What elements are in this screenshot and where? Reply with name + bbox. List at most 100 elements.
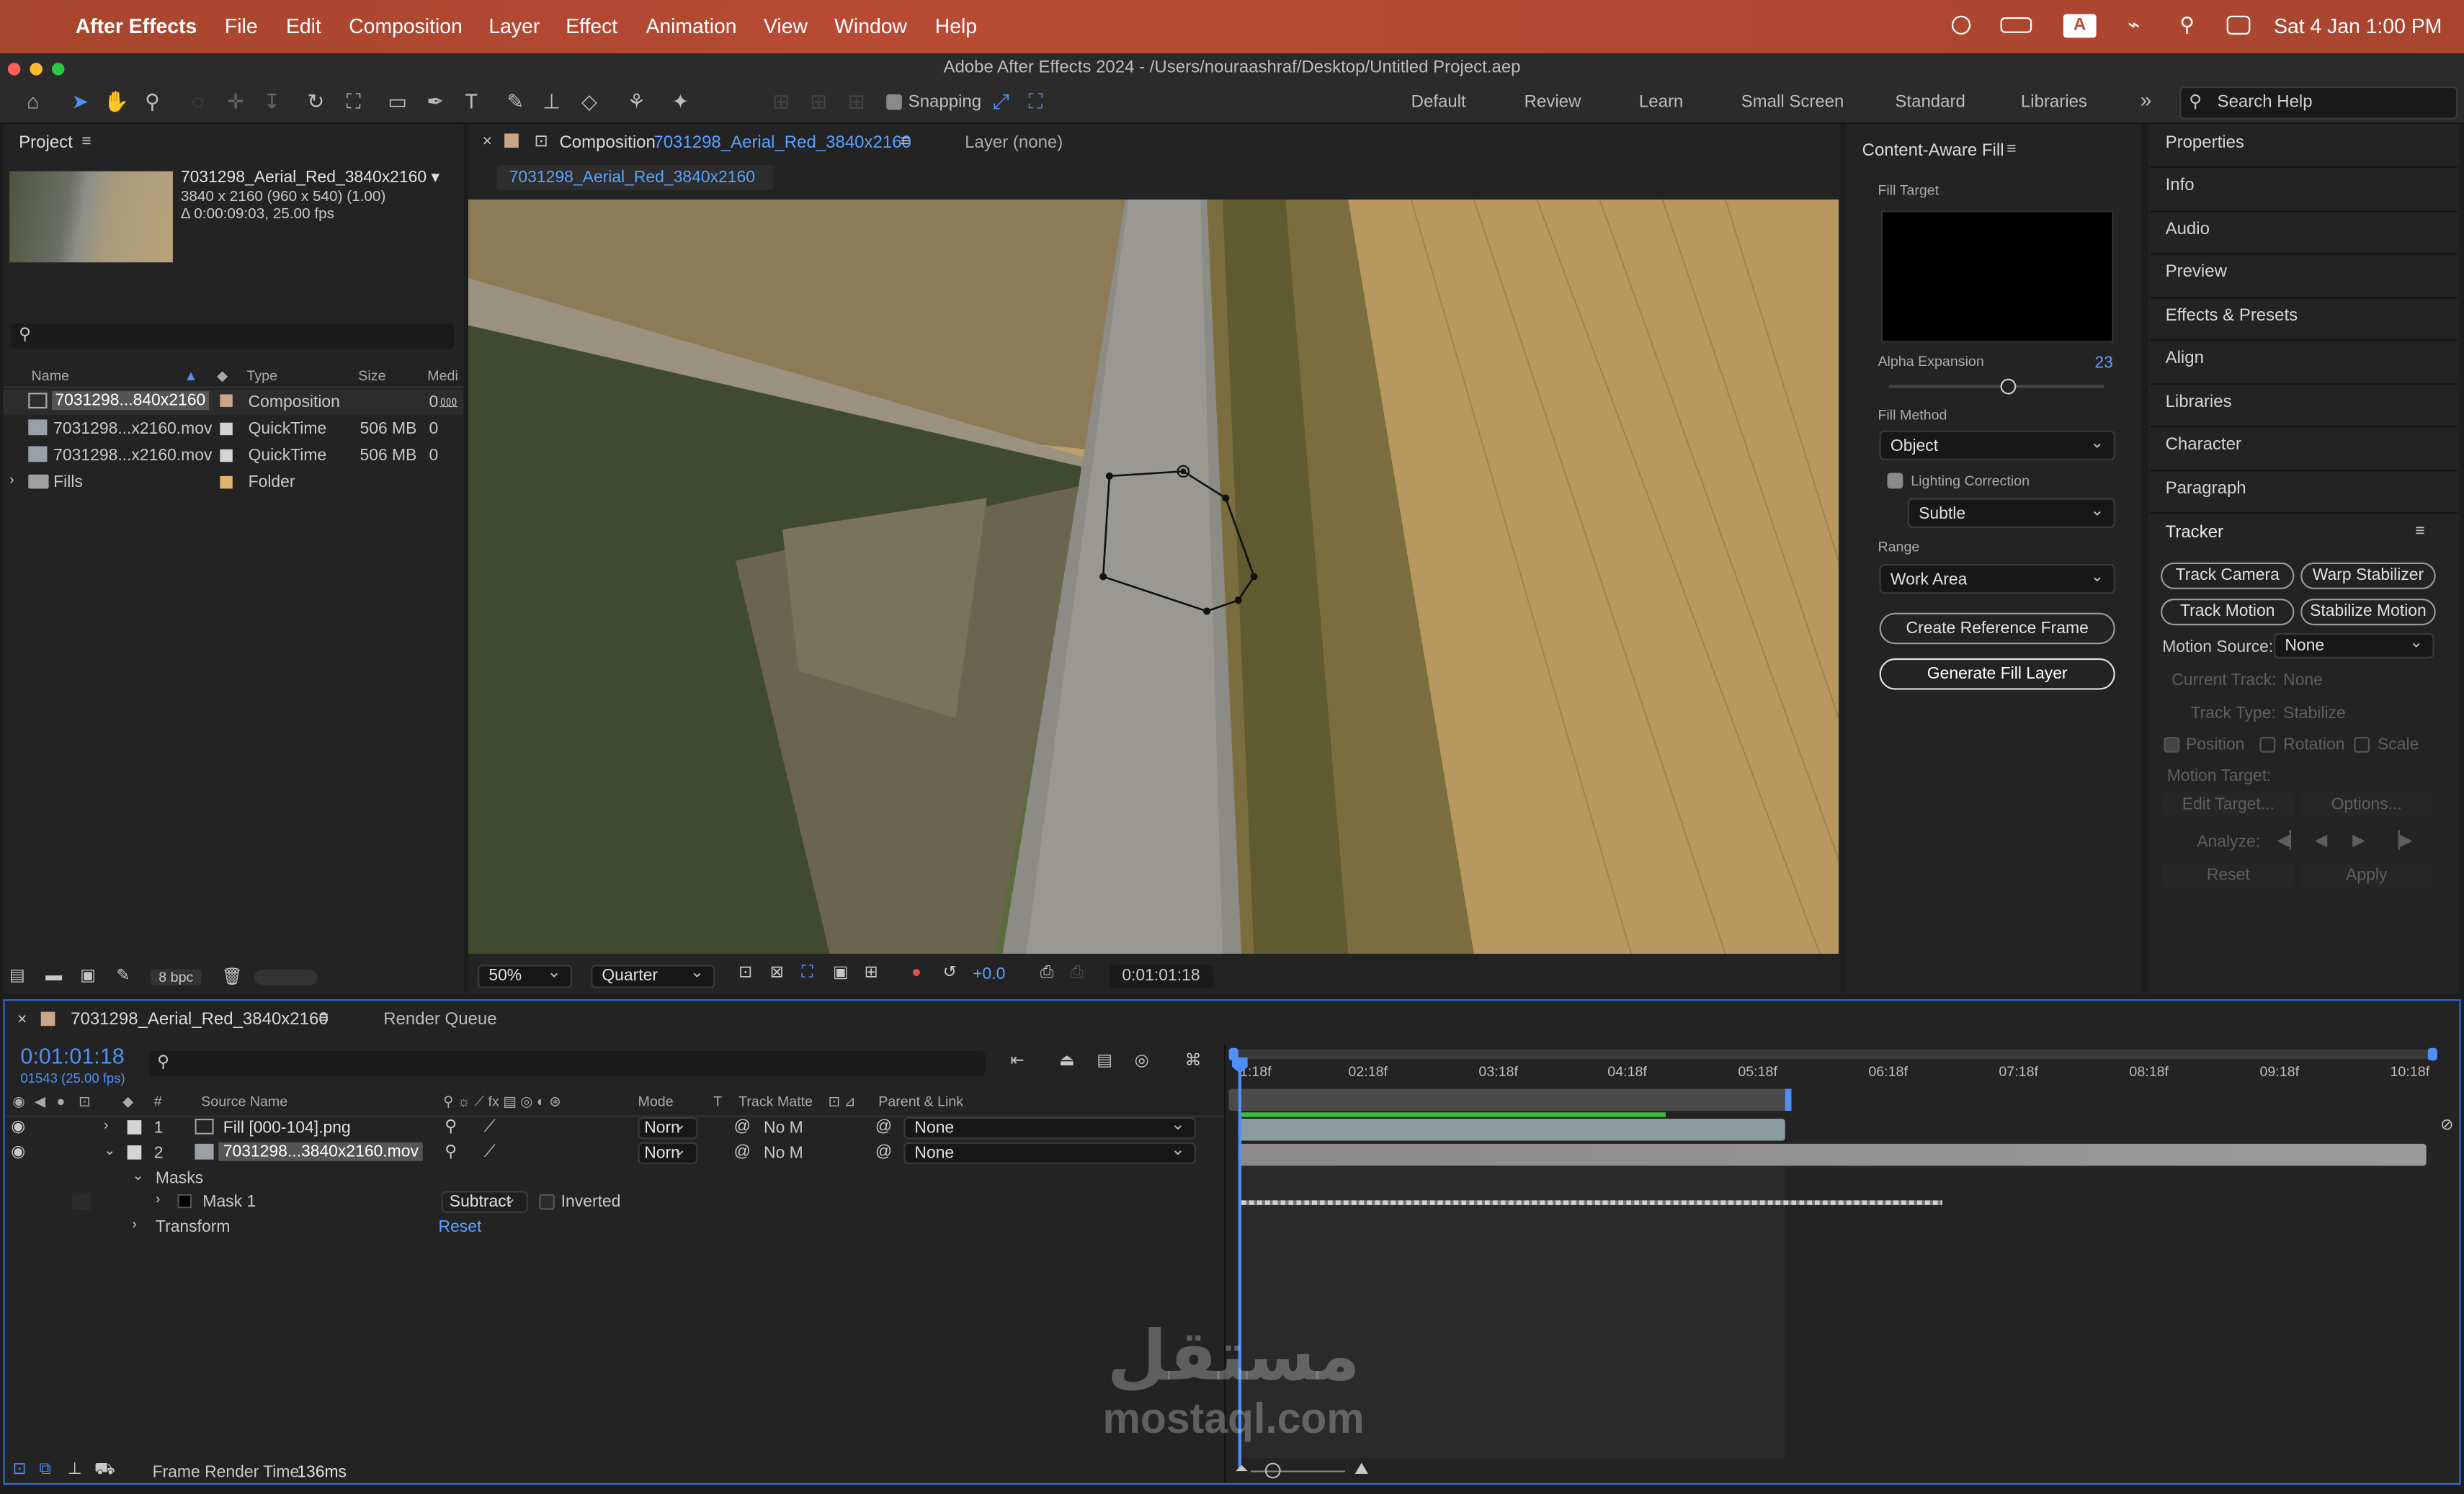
audio-toggle-icon[interactable]: ◀ <box>35 1093 45 1111</box>
transform-reset-link[interactable]: Reset <box>439 1217 482 1236</box>
blend-mode-dropdown[interactable]: Norn <box>638 1140 698 1165</box>
parent-dropdown[interactable]: None <box>903 1116 1196 1140</box>
snap-features-icon[interactable]: ⛶ <box>1022 88 1050 116</box>
mask-mode-dropdown[interactable]: Subtract <box>441 1189 528 1213</box>
flowchart-icon[interactable]: ⅏ <box>440 391 457 413</box>
viewer-timecode[interactable]: 0:01:01:18 <box>1109 965 1213 988</box>
region-of-interest-icon[interactable]: ▣ <box>833 963 849 982</box>
adjust-settings-icon[interactable]: ✎ <box>116 966 130 985</box>
play-status-icon[interactable] <box>1951 15 1971 35</box>
composition-tab-prefix[interactable]: Composition <box>559 133 655 152</box>
matte-switch-icons[interactable]: ⊡ ⊿ <box>828 1093 855 1111</box>
preserve-transparency-header[interactable]: T <box>713 1093 722 1109</box>
zoom-window-button[interactable] <box>51 63 65 76</box>
workspace-small-screen[interactable]: Small Screen <box>1741 93 1844 112</box>
project-item-row[interactable]: 7031298...840x2160 Composition 0 ⅏ <box>3 389 464 415</box>
pan-behind-tool-icon[interactable]: ⛶ <box>339 88 367 116</box>
project-panel-title[interactable]: Project <box>19 133 73 152</box>
parent-link-header[interactable]: Parent & Link <box>878 1093 963 1109</box>
graph-editor-icon[interactable]: ⌘ <box>1185 1051 1202 1070</box>
layer-row[interactable]: ◉ › 1 Fill [000-104].png ⚲ ⟋ Norn @ No M… <box>0 1116 1226 1141</box>
current-time-display[interactable]: 0:01:01:18 <box>20 1043 124 1068</box>
wifi-off-icon[interactable]: ⌁ <box>2128 12 2140 37</box>
bit-depth-button[interactable]: 8 bpc <box>151 969 202 985</box>
rotation-tool-icon[interactable]: ↻ <box>302 88 330 116</box>
label-color-swatch[interactable] <box>220 475 233 489</box>
transform-group-row[interactable]: › Transform Reset <box>0 1216 1226 1240</box>
track-camera-button[interactable]: Track Camera <box>2161 562 2295 589</box>
paragraph-panel-tab[interactable]: Paragraph <box>2166 479 2246 498</box>
column-size[interactable]: Size <box>358 367 385 383</box>
input-source-badge[interactable]: A <box>2063 14 2097 38</box>
layer-switches-toggle-icon[interactable]: ⊡ <box>12 1459 26 1478</box>
label-color-swatch[interactable] <box>220 449 233 462</box>
visibility-eye-icon[interactable]: ◉ <box>11 1142 25 1161</box>
resolution-dropdown[interactable]: Quarter <box>591 963 715 988</box>
label-color-swatch[interactable] <box>220 422 233 436</box>
layer-2-duration-bar[interactable] <box>1238 1143 2427 1166</box>
layer-row[interactable]: ◉ ⌄ 2 7031298...3840x2160.mov ⚲ ⟋ Norn @… <box>0 1140 1226 1166</box>
solo-icon[interactable]: ● <box>57 1093 66 1109</box>
control-center-icon[interactable] <box>2226 15 2251 35</box>
type-tool-icon[interactable]: T <box>457 88 486 116</box>
panel-menu-icon[interactable]: ≡ <box>2007 140 2016 158</box>
timeline-search-input[interactable]: ⚲ <box>149 1051 986 1077</box>
align-panel-tab[interactable]: Align <box>2166 349 2204 367</box>
puppet-pin-tool-icon[interactable]: ✦ <box>666 88 695 116</box>
create-reference-frame-button[interactable]: Create Reference Frame <box>1879 612 2115 645</box>
rotation-checkbox[interactable] <box>2259 736 2276 753</box>
collapse-arrow-icon[interactable]: ⌄ <box>104 1142 115 1160</box>
modes-toggle-icon[interactable]: ⧉ <box>40 1459 51 1480</box>
app-menu[interactable]: After Effects <box>76 14 197 38</box>
menu-clock[interactable]: Sat 4 Jan 1:00 PM <box>2274 14 2442 38</box>
orbit-camera-icon[interactable]: ◌ <box>184 88 212 116</box>
eraser-tool-icon[interactable]: ◇ <box>575 88 603 116</box>
dolly-camera-icon[interactable]: ↧ <box>258 88 286 116</box>
render-time-toggle-icon[interactable]: ⛟ <box>94 1459 115 1482</box>
switches-header-icon[interactable]: ⚲ ☼ ⟋ fx ▤ ◎ ◐ ⊛ <box>443 1093 561 1111</box>
parent-pickwhip-icon[interactable]: @ <box>875 1117 892 1136</box>
rectangle-tool-icon[interactable]: ▭ <box>383 88 411 116</box>
mask-lock-toggle[interactable] <box>72 1192 91 1210</box>
generate-fill-layer-button[interactable]: Generate Fill Layer <box>1879 658 2115 690</box>
inverted-checkbox[interactable] <box>539 1194 555 1210</box>
source-name-header[interactable]: Source Name <box>201 1093 287 1109</box>
caf-title[interactable]: Content-Aware Fill <box>1862 141 2004 160</box>
column-name[interactable]: Name <box>32 367 69 383</box>
blend-mode-dropdown[interactable]: Norn <box>638 1116 698 1140</box>
thumbnail-size-slider[interactable] <box>254 969 318 985</box>
time-navigator[interactable] <box>1228 1047 2437 1061</box>
shy-switch-icon[interactable]: ⚲ <box>445 1142 457 1161</box>
audio-panel-tab[interactable]: Audio <box>2166 220 2210 238</box>
tracker-title[interactable]: Tracker <box>2166 523 2223 542</box>
motion-source-dropdown[interactable]: None <box>2274 632 2434 658</box>
collapse-arrow-icon[interactable]: ⌄ <box>132 1168 143 1185</box>
menu-window[interactable]: Window <box>834 14 907 38</box>
transparency-grid-icon[interactable]: ⊠ <box>770 963 784 982</box>
new-composition-icon[interactable]: ▣ <box>80 966 96 985</box>
workspace-libraries[interactable]: Libraries <box>2021 93 2087 112</box>
sort-ascending-icon[interactable]: ▲ <box>184 367 197 383</box>
shy-switch-icon[interactable]: ⚲ <box>445 1117 457 1136</box>
quality-switch-icon[interactable]: ⟋ <box>484 1117 496 1137</box>
mode-header[interactable]: Mode <box>638 1093 674 1109</box>
draft-3d-icon[interactable]: ⏏ <box>1059 1051 1075 1070</box>
selection-tool-icon[interactable]: ➤ <box>66 88 94 116</box>
interpret-footage-icon[interactable]: ▤ <box>9 966 25 985</box>
show-snapshot-icon[interactable]: ⎙ <box>1070 963 1083 983</box>
visibility-eye-icon[interactable]: ◉ <box>11 1117 25 1136</box>
project-item-row[interactable]: 7031298...x2160.mov QuickTime 506 MB 0 <box>3 416 463 442</box>
mask-visibility-icon[interactable]: ⛶ <box>801 963 813 983</box>
render-queue-tab[interactable]: Render Queue <box>383 1010 496 1029</box>
libraries-panel-tab[interactable]: Libraries <box>2166 393 2232 411</box>
effects-presets-panel-tab[interactable]: Effects & Presets <box>2166 306 2298 325</box>
menu-file[interactable]: File <box>225 14 258 38</box>
menu-view[interactable]: View <box>764 14 808 38</box>
range-dropdown[interactable]: Work Area <box>1879 563 2115 594</box>
battery-icon[interactable] <box>2000 17 2032 33</box>
roto-brush-tool-icon[interactable]: ⚘ <box>622 88 651 116</box>
stabilize-motion-button[interactable]: Stabilize Motion <box>2300 599 2436 626</box>
analyze-back-all-icon[interactable]: ◀▏ <box>2277 831 2302 850</box>
project-item-row[interactable]: 7031298...x2160.mov QuickTime 506 MB 0 <box>3 443 463 468</box>
label-color-swatch[interactable] <box>220 394 233 407</box>
